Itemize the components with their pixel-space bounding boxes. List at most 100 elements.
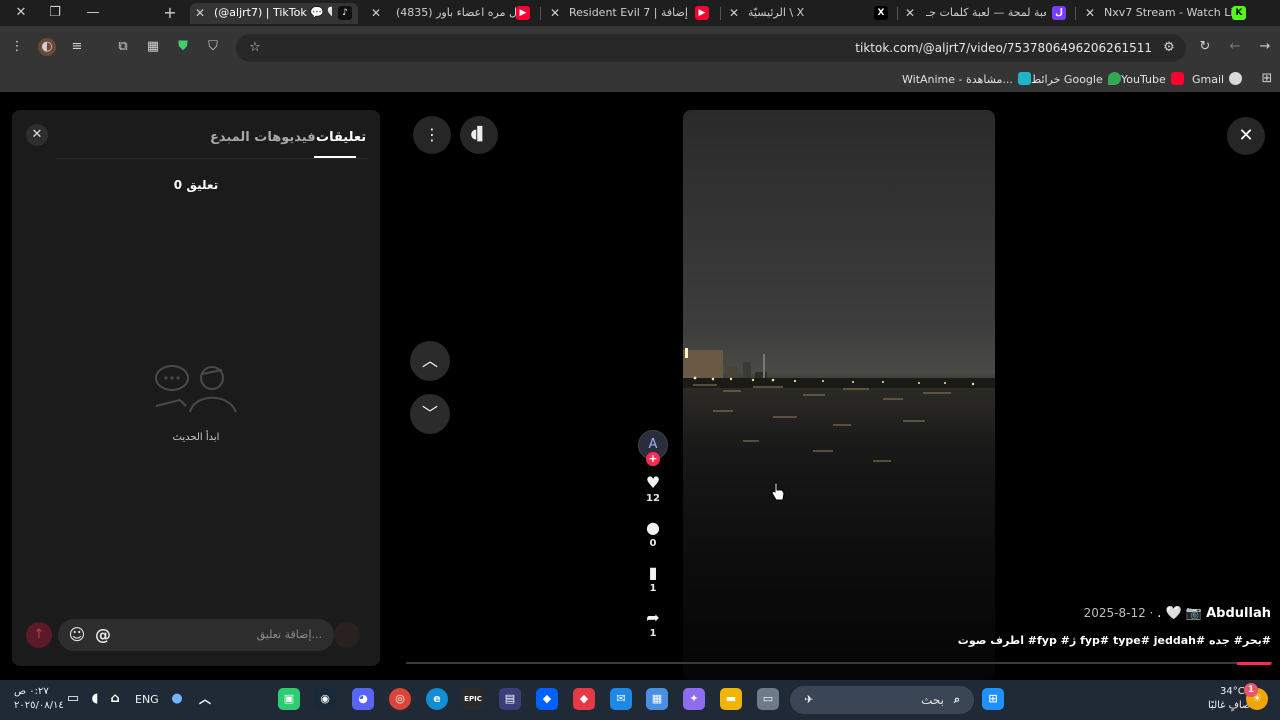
weather-temperature[interactable]: 34°C [1220,686,1245,697]
tab-comments[interactable]: تعليقات [316,130,366,145]
window-app-icon[interactable]: ▭ [757,688,779,710]
bookmark-icon: ▮ [648,563,658,582]
comment-input[interactable]: إضافة تعليق... [257,619,322,651]
tab-separator [1075,7,1076,20]
tab-youtube-2[interactable]: ✕ Resident Evil 7 | إضافة | End ▶ [545,3,715,24]
store-icon[interactable]: ▦ [646,688,668,710]
forward-arrow-icon[interactable]: → [1256,38,1274,56]
video-author-line[interactable]: 2025-8-12 · . 🤍 📷 Abdullah [1084,606,1271,621]
camera-emoji: 📷 [1185,606,1202,621]
window-restore-icon[interactable]: ❐ [46,4,64,22]
weather-text[interactable]: صافٍ غالبًا [1208,700,1250,711]
bookmark-label: Gmail [1192,73,1225,86]
heart-emoji: 🤍 [1165,606,1182,621]
save-button[interactable]: ▮ 1 [636,564,670,596]
window-minimize-icon[interactable]: — [84,4,102,22]
new-tab-icon[interactable]: + [161,4,179,22]
tab-close-icon[interactable]: ✕ [902,3,918,23]
edge-icon[interactable]: e [426,688,448,710]
site-settings-icon[interactable]: ⚙ [1160,39,1178,57]
comment-input-bar[interactable]: ☺ @ إضافة تعليق... [58,619,334,651]
bookmark-witanime[interactable]: WitAnime - مشاهدة... [902,72,1031,86]
reading-list-icon[interactable]: ≡ [68,38,86,56]
more-options-icon[interactable]: ⋮ [413,116,451,154]
steam-icon[interactable]: ◉ [314,688,336,710]
game-bar-icon[interactable]: ▤ [499,688,521,710]
tab-x[interactable]: ✕ الرئيسيّة \ X X [724,3,894,24]
chrome-icon[interactable]: ◎ [389,688,411,710]
volume-icon[interactable]: ◖▌ [460,116,498,154]
close-video-icon[interactable]: ✕ [1227,117,1265,155]
red-app-icon[interactable]: ◆ [573,688,595,710]
comments-panel: ✕ فيديوهات المبدع تعليقات 0 تعليق ابدأ ا… [12,110,380,666]
video-progress-track[interactable] [406,662,1272,664]
battery-icon[interactable]: ▭ [62,688,84,710]
reload-icon[interactable]: ↻ [1196,38,1214,56]
tab-creator-videos[interactable]: فيديوهات المبدع [210,130,316,145]
video-date: 2025-8-12 · [1083,606,1158,620]
like-button[interactable]: ♥ 12 [636,474,670,506]
bookmark-youtube[interactable]: YouTube [1121,72,1184,86]
follow-plus-icon[interactable]: + [646,452,660,466]
microphone-icon[interactable]: ● [166,688,188,710]
tab-tiktok[interactable]: ✕ (@aljrt7) | TikTok 💬 🤍 ㅤ ♪ [190,3,358,24]
clock-date[interactable]: ٢٠٢٥/٠٨/١٤ [14,700,64,711]
copilot-icon[interactable]: ✦ [683,688,705,710]
apps-grid-icon[interactable]: ⊞ [1258,70,1276,88]
windows-start-icon[interactable]: ⊞ [982,688,1004,710]
shield-icon[interactable]: ⛉ [204,38,222,56]
window-close-icon[interactable]: ✕ [12,4,30,22]
profile-avatar-icon[interactable]: ◐ [38,38,56,56]
discord-icon[interactable]: ◕ [352,688,374,710]
video-player[interactable] [683,110,995,680]
taskbar-search[interactable]: ✈ بحث ⌕ [790,686,974,714]
language-indicator[interactable]: ENG [135,693,159,706]
tab-close-icon[interactable]: ✕ [368,3,384,23]
mail-icon[interactable]: ✉ [610,688,632,710]
address-bar[interactable]: ☆ tiktok.com/@aljrt7/video/7537806496206… [236,34,1186,62]
lamha-icon: ل [1052,6,1066,20]
menu-dots-icon[interactable]: ⋮ [8,38,26,56]
extensions-icon[interactable]: ⧉ [114,38,132,56]
bookmark-star-icon[interactable]: ☆ [246,39,264,57]
bookmark-maps[interactable]: خرائط Google [1031,72,1121,86]
app-green-icon[interactable]: ▣ [278,688,300,710]
tray-expand-chevron-icon[interactable]: ︿ [194,688,216,710]
extension-icon[interactable]: ▦ [144,38,162,56]
mention-icon[interactable]: @ [92,624,114,646]
tab-separator [720,7,721,20]
dropbox-icon[interactable]: ◆ [536,688,558,710]
author-name[interactable]: Abdullah [1206,606,1271,621]
clock-time[interactable]: ٠:٢٧ ص [14,686,49,697]
adblock-shield-icon[interactable]: ⛊ [174,38,192,56]
comment-button[interactable]: ● 0 [636,519,670,551]
bookmark-label: WitAnime - مشاهدة... [902,73,1013,86]
network-icon[interactable]: ⌂ [104,688,126,710]
tab-lamha[interactable]: ✕ لعبة لمحة — لعبة كلمات جـ ل [900,3,1072,24]
tab-close-icon[interactable]: ✕ [1082,3,1098,23]
browser-tab-bar: ✕ ❐ — + ✕ (@aljrt7) | TikTok 💬 🤍 ㅤ ♪ ✕ (… [0,0,1280,26]
epic-games-icon[interactable]: EPIC [462,688,484,710]
share-button[interactable]: ➦ 1 [636,609,670,641]
back-arrow-icon[interactable]: ← [1226,38,1244,56]
tab-title: (@aljrt7) | TikTok 💬 🤍 ㅤ [214,6,332,19]
comment-bubble-icon: ● [646,518,660,537]
close-icon[interactable]: ✕ [26,124,48,146]
comment-count: 0 تعليق [173,178,219,192]
emoji-icon[interactable]: ☺ [66,624,88,646]
tab-close-icon[interactable]: ✕ [192,3,208,23]
bookmark-gmail[interactable]: Gmail [1192,72,1243,86]
hand-cursor-icon [771,482,785,501]
tab-close-icon[interactable]: ✕ [726,3,742,23]
previous-video-chevron-up-icon[interactable]: ︿ [410,341,450,381]
maps-icon [1107,72,1121,85]
next-video-chevron-down-icon[interactable]: ﹀ [410,394,450,434]
tab-close-icon[interactable]: ✕ [547,3,563,23]
file-explorer-icon[interactable]: ▬ [720,688,742,710]
speaker-icon[interactable]: ◖ [84,688,106,710]
youtube-icon: ▶ [516,6,530,20]
tab-youtube-1[interactable]: ✕ (4835) لاول مره اعضاء باور ▶ [366,3,534,24]
tab-kick[interactable]: ✕ Nxv7 Stream - Watch Live K [1080,3,1250,24]
video-description: اطرف صوت #fyp #ژ fyp# type# jeddah# بحر#… [957,634,1271,647]
send-arrow-icon[interactable]: ↑ [26,622,52,648]
